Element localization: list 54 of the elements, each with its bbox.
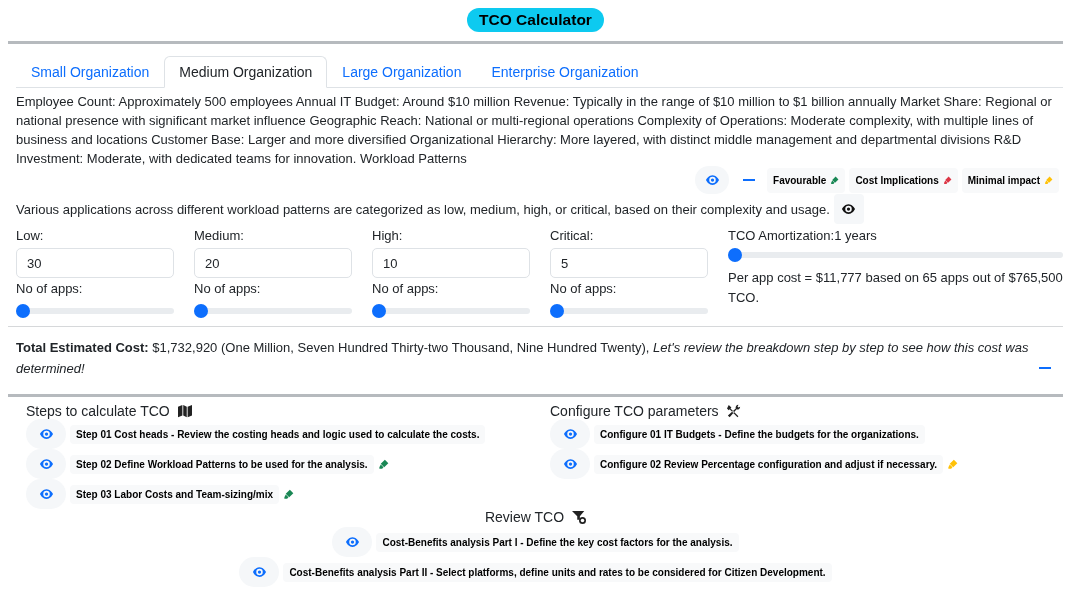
eye-icon xyxy=(252,567,266,577)
funnel-icon xyxy=(572,510,587,524)
total-cost-text: Total Estimated Cost: $1,732,920 (One Million, Seven Hundred Thirty-two Thousand, Nine Hundred Twenty), Let's review the breakdown step by step to see how this cost was determined! xyxy=(16,339,1030,378)
input-field[interactable]: 5 xyxy=(550,248,708,278)
tools-icon xyxy=(726,404,741,418)
input-field[interactable]: 10 xyxy=(372,248,530,278)
section-heading: Review TCO xyxy=(484,509,565,525)
section-heading: Configure TCO parameters xyxy=(550,403,719,419)
slider-thumb[interactable] xyxy=(550,304,564,318)
section-heading: Steps to calculate TCO xyxy=(26,403,170,419)
eye-icon xyxy=(705,175,719,185)
field-label: No of apps: xyxy=(550,280,618,298)
legend-tag: Minimal impact xyxy=(961,167,1059,193)
eye-icon xyxy=(345,537,359,547)
field-label: No of apps: xyxy=(194,280,262,298)
field-label: Low: xyxy=(16,227,45,245)
eye-icon xyxy=(563,429,577,439)
step-link[interactable]: Step 01 Cost heads - Review the costing heads and logic used to calculate the costs. xyxy=(70,424,486,444)
field-label: Critical: xyxy=(550,227,595,245)
field-label: High: xyxy=(372,227,404,245)
amortization-label: TCO Amortization:1 years xyxy=(728,227,878,245)
step-link[interactable]: Cost-Benefits analysis Part II - Select platforms, define units and rates to be considered for Citizen Development. xyxy=(283,562,832,582)
slider-thumb[interactable] xyxy=(728,248,742,262)
slider-thumb[interactable] xyxy=(16,304,30,318)
slider-thumb[interactable] xyxy=(372,304,386,318)
step-link[interactable]: Step 02 Define Workload Patterns to be used for the analysis. xyxy=(70,454,374,474)
eye-icon xyxy=(39,459,53,469)
field-label: No of apps: xyxy=(372,280,440,298)
step-link[interactable]: Configure 02 Review Percentage configuration and adjust if necessary. xyxy=(594,454,944,474)
org-tab[interactable]: Medium Organization xyxy=(164,56,328,88)
field-label: Medium: xyxy=(194,227,245,245)
dash-icon[interactable] xyxy=(743,179,756,181)
legend-tag: Cost Implications xyxy=(849,167,958,193)
org-tab[interactable]: Large Organization xyxy=(327,56,477,88)
app-title: TCO Calculator xyxy=(467,8,604,32)
slider-thumb[interactable] xyxy=(194,304,208,318)
eye-icon xyxy=(563,459,577,469)
organization-description: Employee Count: Approximately 500 employees Annual IT Budget: Around $10 million Revenue: Typically in the range of $10 million to $1 billion annually Market Share: Regional or national presence with significant market influence Geographic Reach: National or multi-regional operations Complexity of Operations: Moderate complexity, with multiple lines of business and locations Customer Base: Larger and more diversified Organizational Hierarchy: More layered, with distinct middle management and departmental divisions R&D Investment: Moderate, with dedicated teams for innovation. Workload Patterns xyxy=(16,93,1053,168)
org-tab[interactable]: Small Organization xyxy=(16,56,165,88)
org-tab[interactable]: Enterprise Organization xyxy=(476,56,654,88)
per-app-cost: Per app cost = $11,777 based on 65 apps out of $765,500 TCO. xyxy=(728,269,1063,307)
category-note: Various applications across different workload patterns are categorized as low, medium, high, or critical, based on their complexity and usage. xyxy=(16,201,830,217)
map-icon xyxy=(177,404,192,418)
step-link[interactable]: Cost-Benefits analysis Part I - Define the key cost factors for the analysis. xyxy=(376,532,739,552)
input-field[interactable]: 20 xyxy=(194,248,352,278)
step-link[interactable]: Step 03 Labor Costs and Team-sizing/mix xyxy=(70,484,280,504)
eye-icon xyxy=(39,489,53,499)
field-label: No of apps: xyxy=(16,280,84,298)
step-link[interactable]: Configure 01 IT Budgets - Define the budgets for the organizations. xyxy=(594,424,925,444)
legend-tag: Favourable xyxy=(767,167,846,193)
view-button[interactable] xyxy=(833,194,864,224)
eye-icon xyxy=(842,204,856,214)
eye-icon xyxy=(39,429,53,439)
input-field[interactable]: 30 xyxy=(16,248,174,278)
